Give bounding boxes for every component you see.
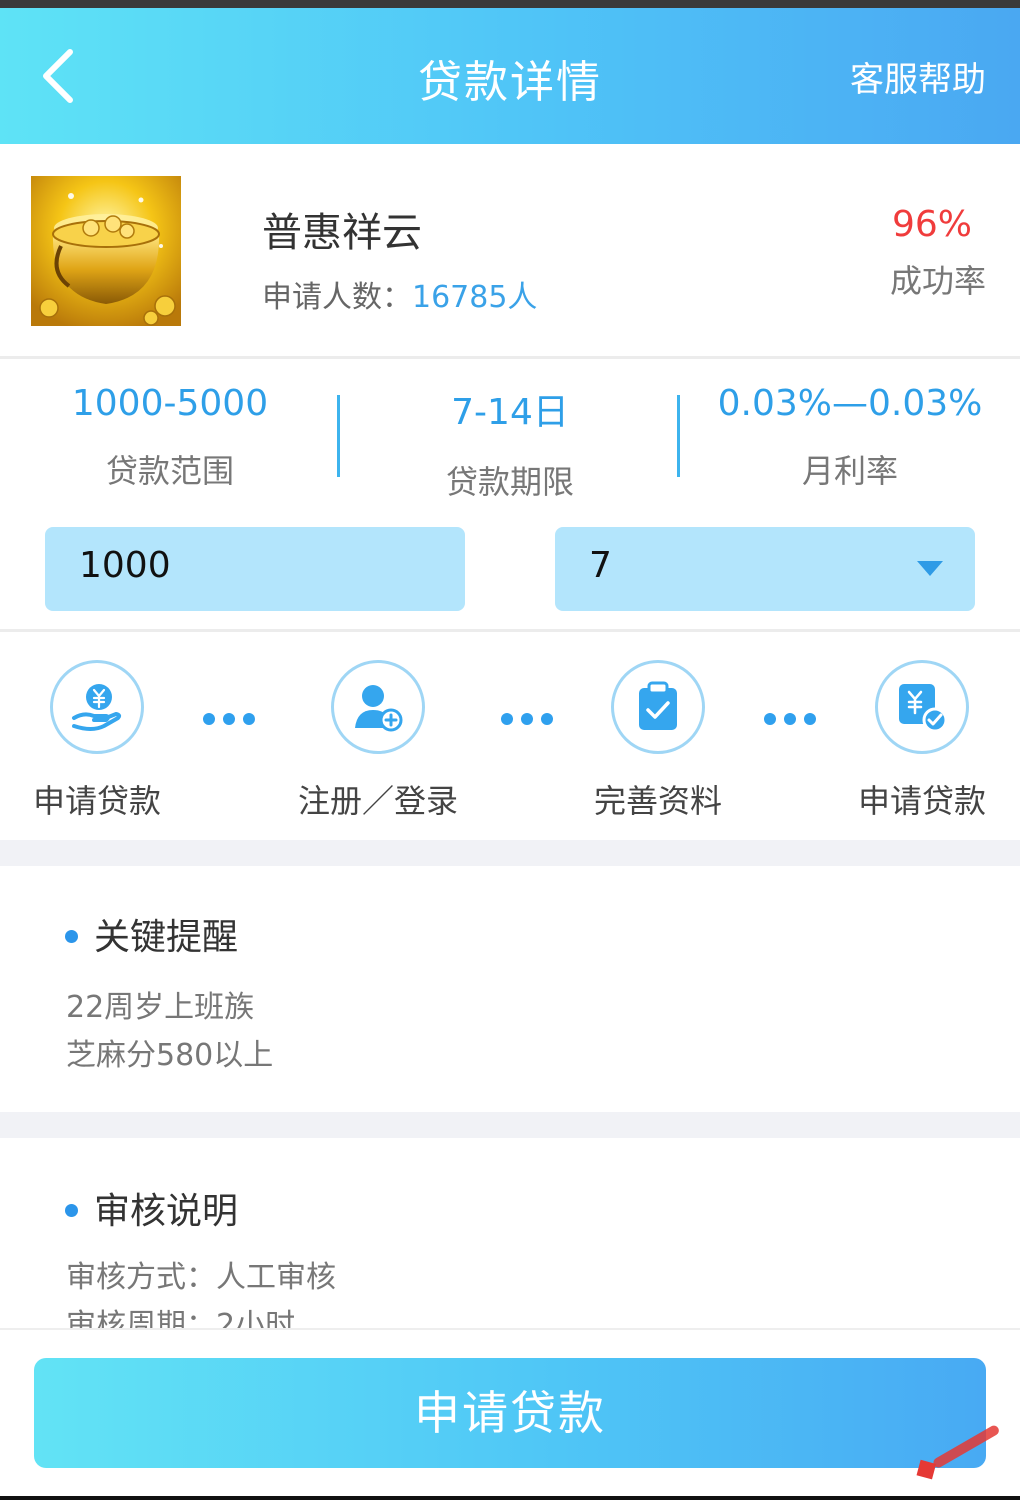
stat-label: 贷款期限: [445, 463, 574, 501]
app-header: 贷款详情 客服帮助: [0, 8, 1020, 144]
bottom-action-bar: 申请贷款: [0, 1328, 1020, 1500]
amount-input[interactable]: 1000: [45, 527, 465, 611]
amount-input-value: 1000: [79, 545, 171, 586]
step-register-login: 注册／登录: [278, 660, 478, 822]
bullet-dot: [65, 1204, 78, 1217]
section-line: 审核周期：2小时: [66, 1308, 296, 1328]
product-name: 普惠祥云: [262, 210, 422, 256]
clipboard-check-icon: [639, 681, 677, 730]
stat-value: 0.03%—0.03%: [717, 383, 983, 424]
step-icon-circle: [875, 660, 969, 754]
apply-loan-button[interactable]: 申请贷款: [34, 1358, 986, 1468]
user-add-icon: [355, 685, 403, 732]
applicant-count: 申请人数：16785人: [262, 272, 537, 316]
step-icon-circle: [331, 660, 425, 754]
step-connector-dots: [203, 710, 263, 725]
status-strip: [0, 0, 1020, 8]
loan-stats: 1000-5000 贷款范围 7-14日 贷款期限 0.03%—0.03% 月利…: [0, 359, 1020, 629]
applicant-count-label: 申请人数：: [262, 280, 412, 315]
section-gap: [0, 840, 1020, 866]
applicant-count-value: 16785人: [412, 280, 538, 315]
yuan-card-check-icon: [899, 684, 948, 733]
step-label: 完善资料: [593, 782, 722, 820]
process-steps: 申请贷款 注册／登录 完善资料 申请贷款: [0, 632, 1020, 840]
hand-yuan-icon: [72, 684, 122, 731]
bullet-dot: [65, 930, 78, 943]
step-complete-info: 完善资料: [558, 660, 758, 822]
term-select-value: 7: [589, 545, 612, 586]
caret-down-icon: [917, 561, 943, 576]
customer-help-link[interactable]: 客服帮助: [850, 52, 986, 101]
stat-loan-term: 7-14日 贷款期限: [340, 383, 680, 503]
step-icon-circle: [611, 660, 705, 754]
section-line: 芝麻分580以上: [66, 1038, 274, 1073]
section-gap: [0, 1112, 1020, 1138]
step-connector-dots: [501, 710, 561, 725]
section-title: 审核说明: [65, 1182, 238, 1234]
stat-monthly-rate: 0.03%—0.03% 月利率: [680, 383, 1020, 492]
stat-loan-range: 1000-5000 贷款范围: [0, 383, 340, 492]
success-rate-label: 成功率: [889, 262, 986, 300]
step-label: 申请贷款: [857, 782, 986, 820]
section-title: 关键提醒: [65, 908, 238, 960]
step-submit-loan: 申请贷款: [822, 660, 1020, 822]
key-reminder-section: 关键提醒 22周岁上班族 芝麻分580以上: [0, 866, 1020, 1112]
step-label: 申请贷款: [32, 782, 161, 820]
bottom-edge: [0, 1496, 1020, 1500]
stat-value: 7-14日: [451, 392, 569, 433]
step-label: 注册／登录: [297, 782, 458, 820]
watermark-logo-icon: [916, 1425, 999, 1480]
stat-label: 贷款范围: [105, 452, 234, 490]
step-icon-circle: [50, 660, 144, 754]
stat-label: 月利率: [801, 452, 898, 490]
stat-value: 1000-5000: [71, 383, 269, 424]
step-connector-dots: [764, 710, 824, 725]
review-section: 审核说明 审核方式：人工审核 审核周期：2小时: [0, 1138, 1020, 1328]
gold-pot-image: [31, 176, 181, 326]
success-rate-value: 96%: [891, 204, 972, 245]
section-line: 22周岁上班族: [66, 990, 255, 1025]
product-card: 普惠祥云 申请人数：16785人 96% 成功率: [0, 144, 1020, 356]
term-select[interactable]: 7: [555, 527, 975, 611]
step-apply-loan: 申请贷款: [0, 660, 197, 822]
section-line: 审核方式：人工审核: [66, 1260, 336, 1295]
